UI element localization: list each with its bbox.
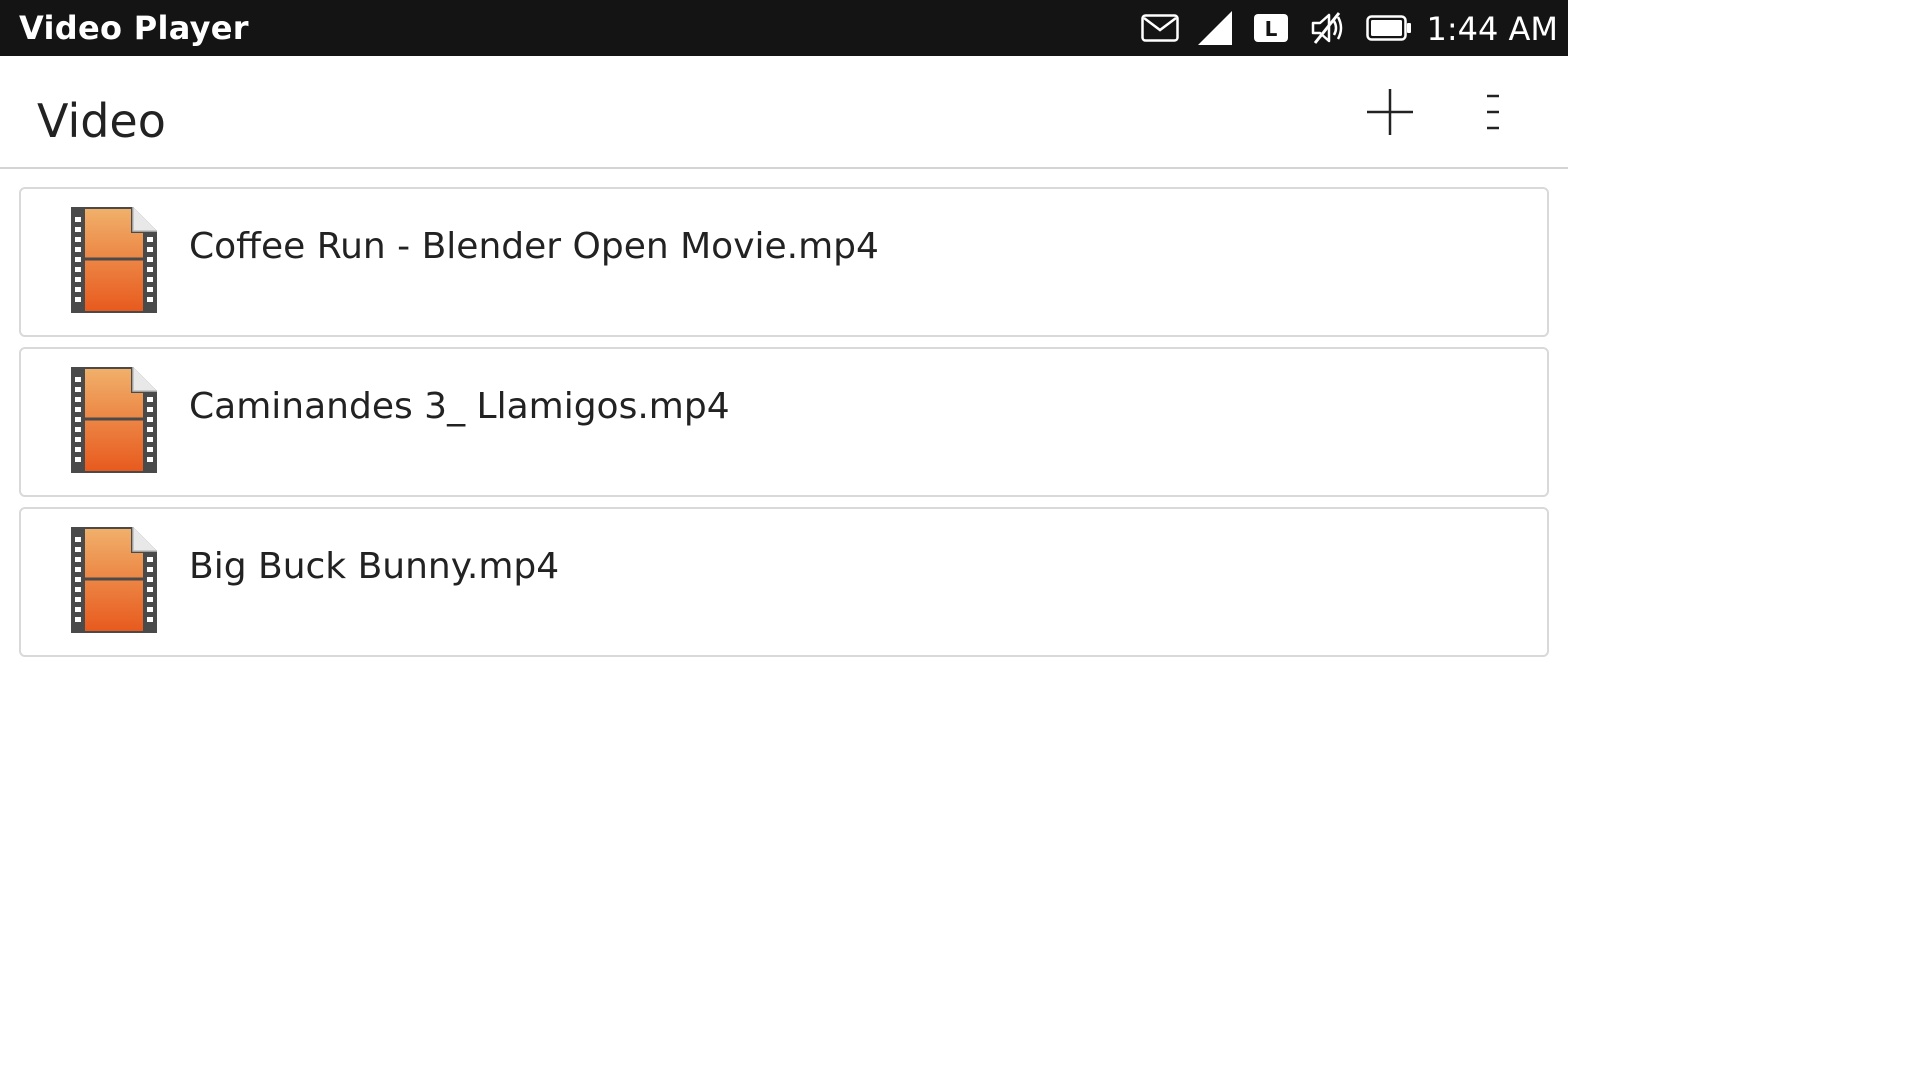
status-app-name: Video Player xyxy=(19,9,249,47)
video-name: Caminandes 3_ Llamigos.mp4 xyxy=(189,386,730,427)
volume-muted-icon[interactable] xyxy=(1308,0,1348,56)
header: Video xyxy=(0,56,1568,169)
video-file-icon xyxy=(69,205,159,315)
signal-icon xyxy=(1196,0,1234,56)
overflow-menu-icon xyxy=(1483,92,1503,136)
video-list-item[interactable]: Coffee Run - Blender Open Movie.mp4 xyxy=(19,187,1549,337)
l-badge-text: L xyxy=(1265,17,1278,41)
add-video-button[interactable] xyxy=(1360,84,1420,144)
video-list-item[interactable]: Caminandes 3_ Llamigos.mp4 xyxy=(19,347,1549,497)
status-bar: Video Player L 1:44 AM xyxy=(0,0,1568,56)
page-title: Video xyxy=(37,94,166,148)
video-name: Coffee Run - Blender Open Movie.mp4 xyxy=(189,226,879,267)
battery-icon[interactable] xyxy=(1366,0,1412,56)
video-file-icon xyxy=(69,365,159,475)
video-list-item[interactable]: Big Buck Bunny.mp4 xyxy=(19,507,1549,657)
l-badge-icon: L xyxy=(1252,0,1290,56)
overflow-menu-button[interactable] xyxy=(1470,84,1516,144)
video-name: Big Buck Bunny.mp4 xyxy=(189,546,560,587)
mail-icon[interactable] xyxy=(1140,0,1180,56)
video-list: Coffee Run - Blender Open Movie.mp4 Cami… xyxy=(19,187,1549,667)
video-file-icon xyxy=(69,525,159,635)
status-time: 1:44 AM xyxy=(1426,10,1558,48)
add-icon xyxy=(1365,87,1415,141)
